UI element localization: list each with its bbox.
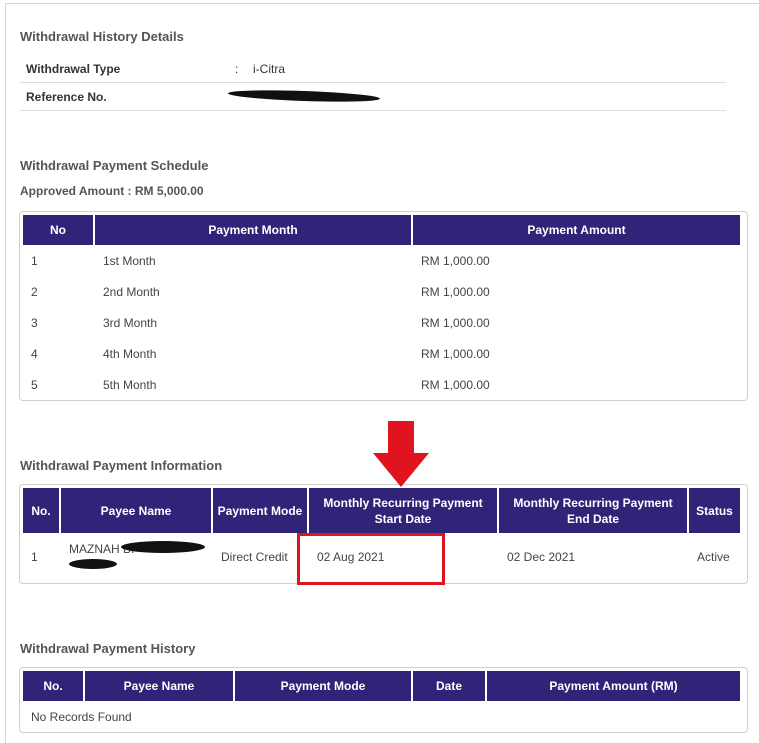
highlight-box-annotation	[297, 533, 445, 585]
cell-no: 1	[31, 253, 38, 268]
cell-payment-mode: Direct Credit	[221, 550, 288, 564]
col-header-payee-name: Payee Name	[85, 671, 233, 701]
col-header-date: Date	[413, 671, 485, 701]
cell-amount: RM 1,000.00	[421, 346, 490, 361]
table-row: 5 5th Month RM 1,000.00	[23, 369, 740, 400]
cell-payee-name: MAZNAH BI	[61, 533, 211, 581]
detail-label: Withdrawal Type	[26, 62, 121, 76]
information-title: Withdrawal Payment Information	[20, 458, 223, 473]
col-header-payment-month: Payment Month	[95, 215, 411, 245]
red-arrow-annotation-icon	[373, 421, 429, 487]
cell-month: 5th Month	[103, 377, 157, 392]
col-header-payee-name: Payee Name	[61, 488, 211, 533]
cell-no: 4	[31, 346, 38, 361]
col-header-end-date: Monthly Recurring Payment End Date	[499, 488, 687, 533]
no-records-message: No Records Found	[31, 709, 132, 724]
col-header-payment-amount: Payment Amount (RM)	[487, 671, 740, 701]
cell-month: 1st Month	[103, 253, 156, 268]
cell-amount: RM 1,000.00	[421, 284, 490, 299]
cell-amount: RM 1,000.00	[421, 253, 490, 268]
cell-no: 2	[31, 284, 38, 299]
cell-end-date: 02 Dec 2021	[507, 550, 576, 564]
details-title: Withdrawal History Details	[20, 29, 184, 44]
redaction-mark	[69, 559, 117, 569]
cell-month: 3rd Month	[103, 315, 158, 330]
approved-amount: Approved Amount : RM 5,000.00	[20, 184, 204, 198]
schedule-table: No Payment Month Payment Amount 1 1st Mo…	[19, 211, 748, 401]
detail-label: Reference No.	[26, 90, 107, 104]
col-header-no: No.	[23, 488, 59, 533]
detail-row-withdrawal-type: Withdrawal Type : i-Citra	[20, 55, 726, 83]
cell-status: Active	[697, 550, 730, 564]
col-header-status: Status	[689, 488, 740, 533]
cell-month: 2nd Month	[103, 284, 160, 299]
redaction-mark	[227, 88, 381, 104]
cell-amount: RM 1,000.00	[421, 377, 490, 392]
redaction-mark	[121, 541, 205, 553]
detail-separator: :	[235, 62, 239, 76]
schedule-title: Withdrawal Payment Schedule	[20, 158, 209, 173]
col-header-payment-amount: Payment Amount	[413, 215, 740, 245]
detail-value: i-Citra	[253, 62, 285, 76]
col-header-start-date: Monthly Recurring Payment Start Date	[309, 488, 497, 533]
cell-amount: RM 1,000.00	[421, 315, 490, 330]
table-row: 3 3rd Month RM 1,000.00	[23, 307, 740, 338]
empty-row: No Records Found	[23, 701, 740, 732]
table-row: 2 2nd Month RM 1,000.00	[23, 276, 740, 307]
cell-month: 4th Month	[103, 346, 157, 361]
col-header-payment-mode: Payment Mode	[213, 488, 307, 533]
cell-no: 1	[31, 550, 38, 564]
cell-no: 5	[31, 377, 38, 392]
table-row: 1 1st Month RM 1,000.00	[23, 245, 740, 276]
table-row: 4 4th Month RM 1,000.00	[23, 338, 740, 369]
history-title: Withdrawal Payment History	[20, 641, 196, 656]
col-header-no: No.	[23, 671, 83, 701]
col-header-no: No	[23, 215, 93, 245]
col-header-payment-mode: Payment Mode	[235, 671, 411, 701]
cell-no: 3	[31, 315, 38, 330]
detail-row-reference-no: Reference No.	[20, 83, 726, 111]
history-table: No. Payee Name Payment Mode Date Payment…	[19, 667, 748, 733]
